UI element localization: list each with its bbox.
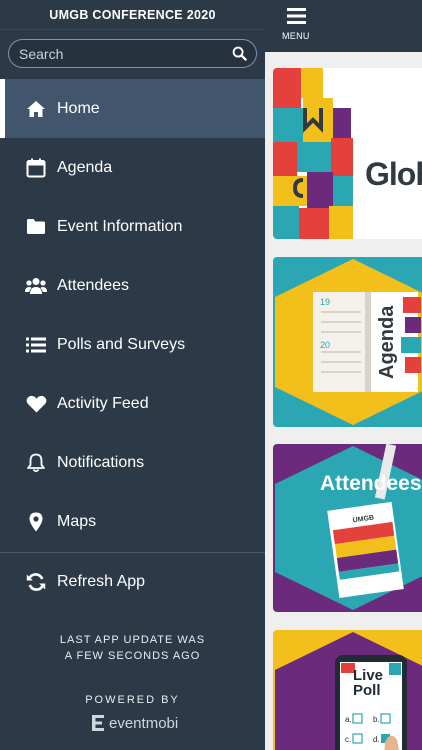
hamburger-icon [287, 8, 306, 24]
agenda-artwork: 19 20 Agenda [275, 259, 422, 425]
home-banner[interactable]: Glob [273, 68, 422, 239]
menu-item-maps[interactable]: Maps [0, 492, 265, 551]
search-icon[interactable] [232, 46, 247, 61]
menu-item-label: Maps [57, 512, 97, 530]
home-content: MENU Glob [265, 0, 422, 750]
agenda-date-19: 19 [320, 297, 330, 307]
umgb-cube-artwork [273, 68, 353, 239]
side-menu: UMGB CONFERENCE 2020 Home [0, 0, 265, 750]
people-icon [25, 275, 47, 297]
poll-option-b: b. [373, 715, 380, 724]
menu-item-agenda[interactable]: Agenda [0, 138, 265, 197]
search-input[interactable] [19, 40, 229, 67]
banner-title: Glob [365, 156, 422, 192]
menu-item-label: Activity Feed [57, 394, 149, 412]
live-poll-tile[interactable]: Live Poll a. b. c. d. [273, 630, 422, 750]
attendees-tile-title: Attendees [320, 472, 422, 495]
live-poll-word-poll: Poll [353, 682, 381, 699]
menu-label: MENU [282, 31, 310, 41]
agenda-tile-title: Agenda [376, 305, 398, 379]
menu-list: Home Agenda Event Information Attendees … [0, 79, 265, 551]
menu-item-home[interactable]: Home [0, 79, 265, 138]
heart-icon [25, 393, 47, 415]
eventmobi-logo: eventmobi [90, 713, 178, 733]
powered-by-label: POWERED BY [85, 694, 180, 706]
attendees-tile[interactable]: UMGB Attendees [273, 444, 422, 612]
menu-item-activity-feed[interactable]: Activity Feed [0, 374, 265, 433]
menu-button[interactable]: MENU [265, 0, 327, 52]
folder-icon [25, 216, 47, 238]
agenda-date-20: 20 [320, 340, 330, 350]
refresh-app-label: Refresh App [57, 572, 146, 590]
app: UMGB CONFERENCE 2020 Home [0, 0, 422, 750]
refresh-icon [25, 571, 47, 593]
menu-item-attendees[interactable]: Attendees [0, 256, 265, 315]
menu-item-label: Event Information [57, 217, 183, 235]
menu-item-label: Notifications [57, 453, 145, 471]
attendees-artwork: UMGB [275, 444, 422, 610]
last-update-line2: A FEW SECONDS AGO [64, 650, 201, 662]
refresh-app-button[interactable]: Refresh App [0, 552, 265, 611]
poll-option-d: d. [373, 735, 380, 744]
top-bar: MENU [265, 0, 422, 52]
menu-item-event-information[interactable]: Event Information [0, 197, 265, 256]
menu-item-polls-and-surveys[interactable]: Polls and Surveys [0, 315, 265, 374]
menu-item-label: Attendees [57, 276, 130, 294]
eventmobi-logo-mark [92, 715, 104, 731]
list-icon [25, 334, 47, 356]
poll-option-c: c. [345, 735, 351, 744]
calendar-icon [25, 157, 47, 179]
map-pin-icon [25, 511, 47, 533]
last-update-line1: LAST APP UPDATE WAS [59, 634, 206, 646]
home-icon [25, 98, 47, 120]
eventmobi-wordmark: eventmobi [109, 714, 179, 732]
live-poll-artwork: Live Poll a. b. c. d. [275, 632, 422, 750]
bell-icon [25, 452, 47, 474]
menu-item-label: Agenda [57, 158, 113, 176]
last-update-status: LAST APP UPDATE WAS A FEW SECONDS AGO [0, 632, 265, 664]
menu-item-label: Polls and Surveys [57, 335, 186, 353]
search-box[interactable] [8, 39, 257, 68]
agenda-tile[interactable]: 19 20 Agenda [273, 257, 422, 427]
menu-item-label: Home [57, 99, 100, 117]
poll-option-a: a. [345, 715, 352, 724]
menu-item-notifications[interactable]: Notifications [0, 433, 265, 492]
conference-title: UMGB CONFERENCE 2020 [0, 0, 265, 30]
